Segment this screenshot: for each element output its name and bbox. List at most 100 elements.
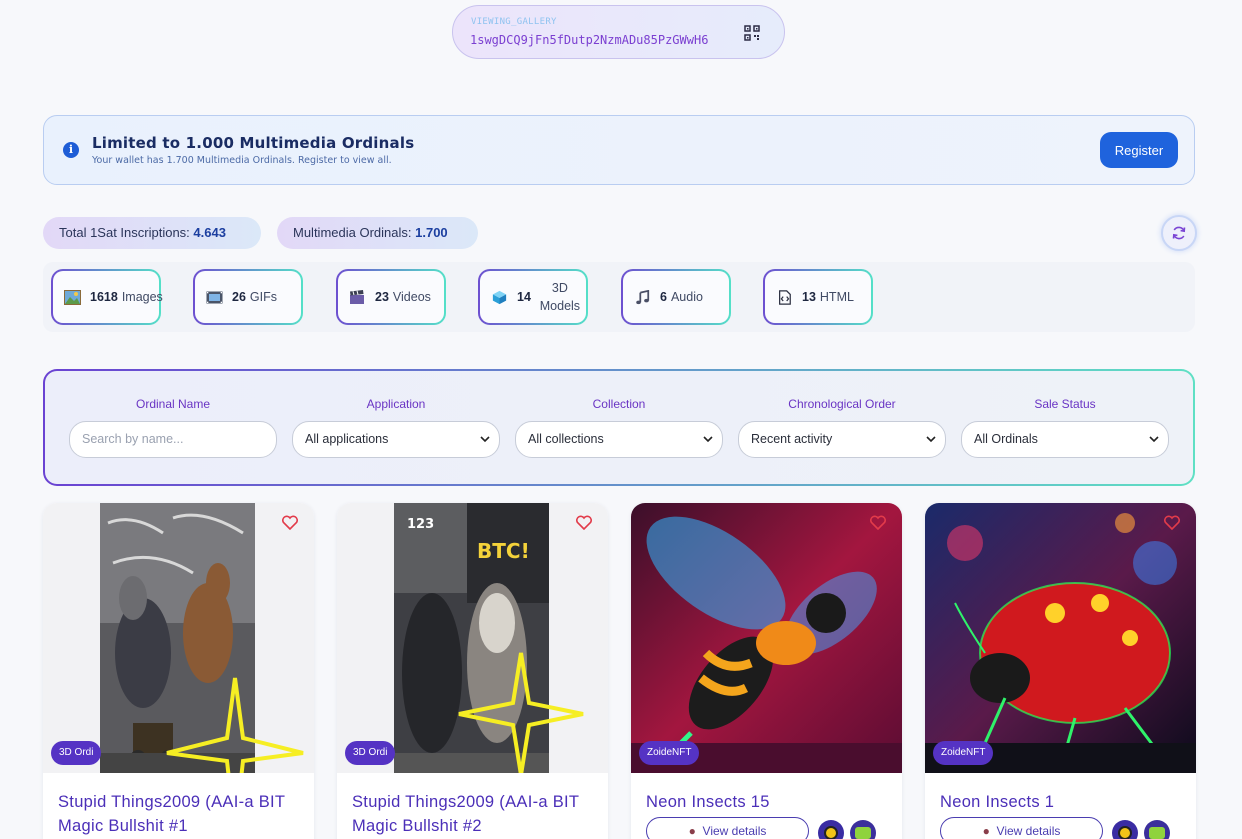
total-inscriptions-value: 4.643 [193, 225, 226, 240]
chevron-down-icon [1149, 436, 1159, 443]
media-count: 13 [802, 290, 816, 304]
filter-collection: Collection All collections [515, 397, 723, 458]
music-icon [636, 289, 650, 304]
favorite-heart-icon[interactable] [282, 515, 298, 530]
filter-label: Ordinal Name [135, 397, 211, 411]
order-select[interactable]: Recent activity [738, 421, 946, 458]
media-label: GIFs [249, 290, 277, 304]
media-label: HTML [819, 290, 854, 304]
filter-label: Chronological Order [788, 397, 896, 411]
media-filter-html[interactable]: 13 HTML [763, 269, 873, 325]
select-value: Recent activity [751, 432, 833, 446]
eye-icon: ● [688, 824, 700, 838]
nft-card[interactable]: ZoideNFT Neon Insects 1 ● View details [925, 503, 1196, 839]
svg-text:123: 123 [407, 517, 434, 532]
filter-label: Application [366, 397, 426, 411]
view-details-button[interactable]: ● View details [646, 817, 809, 839]
register-button[interactable]: Register [1100, 132, 1178, 168]
banner-title: Limited to 1.000 Multimedia Ordinals [92, 134, 415, 152]
application-select[interactable]: All applications [292, 421, 500, 458]
refresh-button[interactable] [1161, 215, 1197, 251]
media-filter-audio[interactable]: 6 Audio [621, 269, 731, 325]
view-details-label: View details [996, 824, 1061, 838]
collection-badge: ZoideNFT [933, 741, 994, 765]
info-icon: i [63, 142, 79, 158]
favorite-heart-icon[interactable] [870, 515, 886, 530]
multimedia-ordinals-label: Multimedia Ordinals: [293, 225, 412, 240]
select-value: All collections [528, 432, 604, 446]
nft-artwork-image: BTC! 123 [394, 503, 584, 773]
filter-label: Sale Status [1034, 397, 1096, 411]
viewing-gallery-label: VIEWING_GALLERY [471, 17, 557, 27]
multimedia-ordinals-value: 1.700 [415, 225, 448, 240]
nft-card[interactable]: 3D Ordi Stupid Things2009 (AAI-a BIT Mag… [43, 503, 314, 839]
favorite-heart-icon[interactable] [1164, 515, 1180, 530]
nft-image[interactable]: ZoideNFT [631, 503, 902, 773]
media-count: 14 [517, 290, 531, 304]
avatar-app-icon[interactable] [850, 820, 876, 839]
qr-code-icon[interactable] [744, 25, 760, 41]
filter-sale-status: Sale Status All Ordinals [961, 397, 1169, 458]
collection-badge: 3D Ordi [51, 741, 102, 765]
media-filter-images[interactable]: 1618 Images [51, 269, 163, 325]
media-label: Videos [392, 290, 431, 304]
favorite-heart-icon[interactable] [576, 515, 592, 530]
total-inscriptions-chip: Total 1Sat Inscriptions: 4.643 [43, 217, 261, 249]
total-inscriptions-label: Total 1Sat Inscriptions: [59, 225, 190, 240]
media-count: 23 [375, 290, 389, 304]
image-icon [64, 289, 81, 305]
media-count: 6 [660, 290, 667, 304]
media-filter-3d-models[interactable]: 14 3D Models [478, 269, 588, 325]
media-filter-videos[interactable]: 23 Videos [336, 269, 446, 325]
limit-banner: i Limited to 1.000 Multimedia Ordinals Y… [43, 115, 1195, 185]
coin-app-icon[interactable] [1112, 820, 1138, 839]
chevron-down-icon [480, 436, 490, 443]
nft-image[interactable]: ZoideNFT [925, 503, 1196, 773]
media-filter-gifs[interactable]: 26 GIFs [193, 269, 303, 325]
media-label: Audio [670, 290, 703, 304]
chevron-down-icon [703, 436, 713, 443]
nft-title: Neon Insects 15 [646, 793, 770, 811]
banner-subtitle: Your wallet has 1.700 Multimedia Ordinal… [92, 155, 392, 166]
select-value: All Ordinals [974, 432, 1038, 446]
coin-app-icon[interactable] [818, 820, 844, 839]
code-file-icon [779, 289, 791, 305]
film-icon [206, 291, 223, 303]
sale-status-select[interactable]: All Ordinals [961, 421, 1169, 458]
nft-artwork-image [925, 503, 1196, 773]
collection-select[interactable]: All collections [515, 421, 723, 458]
filter-panel: Ordinal Name Search by name... Applicati… [43, 369, 1195, 486]
media-label: Images [121, 290, 163, 304]
avatar-app-icon[interactable] [1144, 820, 1170, 839]
nft-image[interactable]: BTC! 123 3D Ordi [337, 503, 608, 773]
filter-ordinal-name: Ordinal Name Search by name... [69, 397, 277, 458]
view-details-label: View details [702, 824, 767, 838]
wallet-address-pill[interactable]: VIEWING_GALLERY 1swgDCQ9jFn5fDutp2NzmADu… [452, 5, 785, 59]
clapper-icon [350, 289, 364, 304]
multimedia-ordinals-chip: Multimedia Ordinals: 1.700 [277, 217, 478, 249]
nft-image[interactable]: 3D Ordi [43, 503, 314, 773]
media-label: 3D Models [539, 281, 581, 313]
collection-badge: ZoideNFT [639, 741, 700, 765]
media-count: 26 [232, 290, 246, 304]
nft-title: Neon Insects 1 [940, 793, 1055, 811]
filter-label: Collection [592, 397, 646, 411]
wallet-address: 1swgDCQ9jFn5fDutp2NzmADu85PzGWwH6 [470, 33, 709, 47]
ordinal-name-search-input[interactable]: Search by name... [69, 421, 277, 458]
chevron-down-icon [926, 436, 936, 443]
filter-application: Application All applications [292, 397, 500, 458]
cube-icon [492, 290, 507, 304]
view-details-button[interactable]: ● View details [940, 817, 1103, 839]
refresh-icon [1172, 226, 1186, 240]
filter-chronological-order: Chronological Order Recent activity [738, 397, 946, 458]
select-value: All applications [305, 432, 389, 446]
nft-artwork-image [100, 503, 304, 773]
media-count: 1618 [90, 290, 118, 304]
eye-icon: ● [982, 824, 994, 838]
nft-title: Stupid Things2009 (AAI-a BIT Magic Bulls… [58, 793, 286, 835]
svg-text:BTC!: BTC! [477, 539, 530, 563]
nft-artwork-image [631, 503, 902, 773]
nft-card[interactable]: ZoideNFT Neon Insects 15 ● View details [631, 503, 902, 839]
collection-badge: 3D Ordi [345, 741, 396, 765]
nft-card[interactable]: BTC! 123 3D Ordi Stupid Things2009 (AAI-… [337, 503, 608, 839]
